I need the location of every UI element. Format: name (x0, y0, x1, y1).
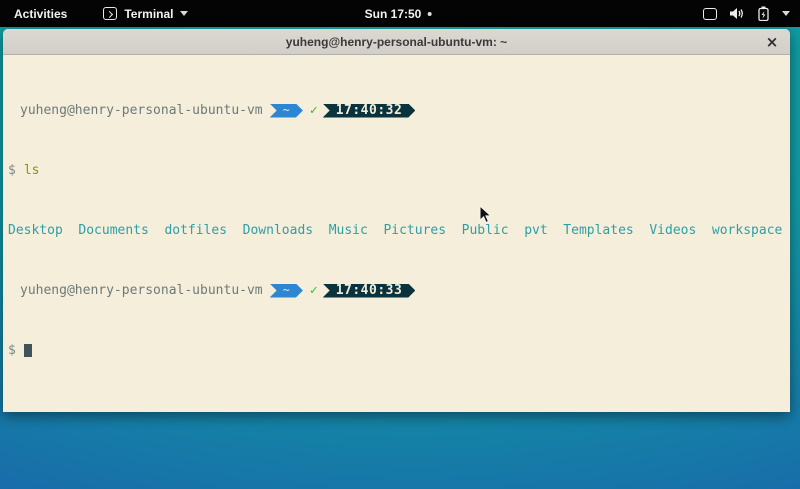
clock-menu[interactable]: Sun 17:50 (365, 0, 432, 27)
screen-icon (703, 8, 717, 20)
ls-output: Desktop Documents dotfiles Downloads Music Pi… (8, 223, 790, 238)
input-line[interactable]: $ (8, 343, 790, 358)
mouse-pointer-icon (479, 205, 492, 229)
volume-icon (730, 7, 745, 20)
close-button[interactable]: × (761, 31, 783, 53)
app-menu-terminal[interactable]: Terminal (103, 7, 188, 21)
clock-label: Sun 17:50 (365, 7, 422, 21)
directory-name: Desktop (8, 223, 63, 238)
chevron-down-icon (180, 11, 188, 16)
prompt-dollar: $ (8, 343, 16, 358)
system-status-menu[interactable] (703, 0, 790, 27)
notification-dot-icon (427, 12, 431, 16)
terminal-window: yuheng@henry-personal-ubuntu-vm: ~ × yuh… (3, 29, 790, 412)
prompt-line-1: yuheng@henry-personal-ubuntu-vm ~ ✓ 17:4… (8, 103, 790, 118)
command-line: $ ls (8, 163, 790, 178)
directory-name: Templates (563, 223, 633, 238)
battery-charging-icon (758, 6, 769, 21)
window-titlebar[interactable]: yuheng@henry-personal-ubuntu-vm: ~ × (3, 29, 790, 55)
check-icon: ✓ (310, 283, 318, 298)
directory-name: Downloads (243, 223, 313, 238)
prompt-user-host: yuheng@henry-personal-ubuntu-vm (20, 103, 263, 118)
directory-name: workspace (712, 223, 782, 238)
prompt-line-2: yuheng@henry-personal-ubuntu-vm ~ ✓ 17:4… (8, 283, 790, 298)
directory-name: dotfiles (164, 223, 227, 238)
prompt-dollar: $ (8, 163, 16, 178)
directory-name: Videos (649, 223, 696, 238)
desktop: { "topbar": { "activities_label": "Activ… (0, 0, 800, 489)
terminal-content[interactable]: yuheng@henry-personal-ubuntu-vm ~ ✓ 17:4… (3, 55, 790, 412)
app-menu-label: Terminal (124, 7, 173, 21)
prompt-time-segment: 17:40:32 (323, 104, 416, 118)
directory-name: Documents (78, 223, 148, 238)
activities-button[interactable]: Activities (10, 5, 71, 23)
prompt-cwd-segment: ~ (270, 284, 303, 298)
text-cursor-block (24, 344, 32, 357)
prompt-time-segment: 17:40:33 (323, 284, 416, 298)
terminal-icon (103, 7, 117, 20)
top-bar: Activities Terminal Sun 17:50 (0, 0, 800, 27)
directory-name: Music (329, 223, 368, 238)
check-icon: ✓ (310, 103, 318, 118)
prompt-cwd-segment: ~ (270, 104, 303, 118)
directory-name: Pictures (383, 223, 446, 238)
chevron-down-icon (782, 11, 790, 16)
directory-name: pvt (524, 223, 547, 238)
typed-command: ls (24, 163, 40, 178)
prompt-user-host: yuheng@henry-personal-ubuntu-vm (20, 283, 263, 298)
window-title: yuheng@henry-personal-ubuntu-vm: ~ (286, 35, 507, 49)
